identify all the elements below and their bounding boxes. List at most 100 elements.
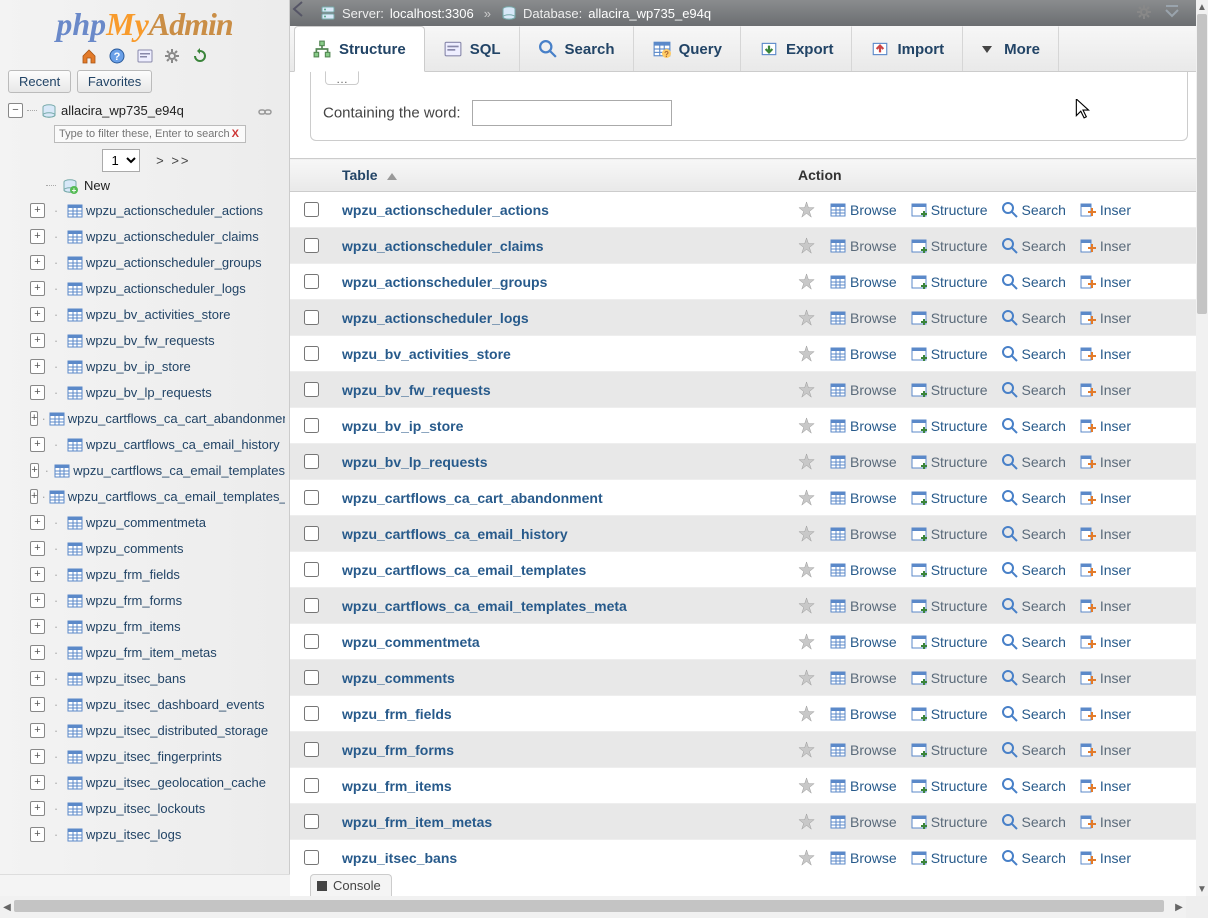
action-structure[interactable]: Structure (911, 274, 988, 290)
nav-table-link[interactable]: wpzu_actionscheduler_claims (86, 229, 259, 244)
nav-table-link[interactable]: wpzu_itsec_bans (86, 671, 186, 686)
nav-table-link[interactable]: wpzu_frm_items (86, 619, 181, 634)
nav-table-link[interactable]: wpzu_frm_item_metas (86, 645, 217, 660)
action-browse[interactable]: Browse (830, 670, 897, 686)
nav-table-link[interactable]: wpzu_commentmeta (86, 515, 206, 530)
expand-table-button[interactable]: + (30, 567, 45, 582)
nav-table-link[interactable]: wpzu_cartflows_ca_email_templates_meta (68, 489, 285, 504)
favorite-star-icon[interactable] (798, 669, 816, 687)
expand-table-button[interactable]: + (30, 385, 45, 400)
action-insert[interactable]: Inser (1080, 670, 1131, 686)
action-insert[interactable]: Inser (1080, 706, 1131, 722)
page-select[interactable]: 1 (102, 149, 140, 172)
nav-table-link[interactable]: wpzu_actionscheduler_logs (86, 281, 246, 296)
action-browse[interactable]: Browse (830, 238, 897, 254)
action-browse[interactable]: Browse (830, 526, 897, 542)
tab-more[interactable]: More (963, 26, 1059, 71)
action-search[interactable]: Search (1002, 634, 1066, 650)
favorite-star-icon[interactable] (798, 597, 816, 615)
panel-collapse-icon[interactable] (290, 0, 306, 18)
nav-table-link[interactable]: wpzu_actionscheduler_actions (86, 203, 263, 218)
new-table-link[interactable]: New (84, 178, 110, 193)
action-structure[interactable]: Structure (911, 310, 988, 326)
table-name-link[interactable]: wpzu_frm_fields (342, 706, 452, 722)
expand-table-button[interactable]: + (30, 775, 45, 790)
expand-table-button[interactable]: + (30, 827, 45, 842)
nav-table-link[interactable]: wpzu_itsec_dashboard_events (86, 697, 265, 712)
tab-sql[interactable]: SQL (425, 26, 520, 71)
expand-table-button[interactable]: + (30, 515, 45, 530)
action-insert[interactable]: Inser (1080, 238, 1131, 254)
nav-table-link[interactable]: wpzu_itsec_logs (86, 827, 181, 842)
nav-table-link[interactable]: wpzu_bv_activities_store (86, 307, 231, 322)
row-checkbox[interactable] (304, 526, 319, 541)
link-icon[interactable] (257, 104, 273, 120)
favorite-star-icon[interactable] (798, 633, 816, 651)
table-name-link[interactable]: wpzu_cartflows_ca_email_templates (342, 562, 586, 578)
table-name-link[interactable]: wpzu_bv_lp_requests (342, 454, 488, 470)
action-structure[interactable]: Structure (911, 526, 988, 542)
expand-table-button[interactable]: + (30, 593, 45, 608)
row-checkbox[interactable] (304, 814, 319, 829)
action-structure[interactable]: Structure (911, 382, 988, 398)
action-structure[interactable]: Structure (911, 706, 988, 722)
expand-table-button[interactable]: + (30, 801, 45, 816)
action-search[interactable]: Search (1002, 814, 1066, 830)
expand-table-button[interactable]: + (30, 359, 45, 374)
action-structure[interactable]: Structure (911, 814, 988, 830)
expand-table-button[interactable]: + (30, 229, 45, 244)
table-name-link[interactable]: wpzu_frm_items (342, 778, 452, 794)
action-structure[interactable]: Structure (911, 778, 988, 794)
action-insert[interactable]: Inser (1080, 310, 1131, 326)
favorite-star-icon[interactable] (798, 345, 816, 363)
favorite-star-icon[interactable] (798, 237, 816, 255)
expand-table-button[interactable]: + (30, 619, 45, 634)
action-insert[interactable]: Inser (1080, 526, 1131, 542)
expand-table-button[interactable]: + (30, 437, 45, 452)
action-insert[interactable]: Inser (1080, 598, 1131, 614)
expand-table-button[interactable]: + (30, 333, 45, 348)
action-search[interactable]: Search (1002, 238, 1066, 254)
row-checkbox[interactable] (304, 778, 319, 793)
favorite-star-icon[interactable] (798, 777, 816, 795)
action-browse[interactable]: Browse (830, 850, 897, 866)
action-insert[interactable]: Inser (1080, 418, 1131, 434)
row-checkbox[interactable] (304, 346, 319, 361)
row-checkbox[interactable] (304, 670, 319, 685)
page-settings-gear-icon[interactable] (1136, 4, 1152, 20)
expand-table-button[interactable]: + (30, 281, 45, 296)
action-browse[interactable]: Browse (830, 454, 897, 470)
help-icon[interactable] (109, 48, 125, 64)
tab-export[interactable]: Export (741, 26, 853, 71)
row-checkbox[interactable] (304, 490, 319, 505)
action-structure[interactable]: Structure (911, 418, 988, 434)
action-browse[interactable]: Browse (830, 490, 897, 506)
action-search[interactable]: Search (1002, 346, 1066, 362)
action-browse[interactable]: Browse (830, 778, 897, 794)
action-search[interactable]: Search (1002, 310, 1066, 326)
horizontal-scrollbar[interactable]: ◀ ▶ (0, 896, 1208, 918)
row-checkbox[interactable] (304, 382, 319, 397)
action-insert[interactable]: Inser (1080, 454, 1131, 470)
expand-table-button[interactable]: + (30, 203, 45, 218)
table-name-link[interactable]: wpzu_cartflows_ca_email_templates_meta (342, 598, 627, 614)
table-name-link[interactable]: wpzu_itsec_bans (342, 850, 457, 866)
favorite-star-icon[interactable] (798, 273, 816, 291)
home-icon[interactable] (81, 48, 97, 64)
row-checkbox[interactable] (304, 634, 319, 649)
expand-table-button[interactable]: + (30, 723, 45, 738)
action-insert[interactable]: Inser (1080, 346, 1131, 362)
expand-table-button[interactable]: + (30, 307, 45, 322)
action-browse[interactable]: Browse (830, 274, 897, 290)
action-search[interactable]: Search (1002, 778, 1066, 794)
table-name-link[interactable]: wpzu_cartflows_ca_email_history (342, 526, 568, 542)
favorite-star-icon[interactable] (798, 489, 816, 507)
action-structure[interactable]: Structure (911, 850, 988, 866)
favorite-star-icon[interactable] (798, 525, 816, 543)
tab-import[interactable]: Import (852, 26, 963, 71)
expand-table-button[interactable]: + (30, 645, 45, 660)
action-search[interactable]: Search (1002, 742, 1066, 758)
action-structure[interactable]: Structure (911, 598, 988, 614)
favorite-star-icon[interactable] (798, 741, 816, 759)
row-checkbox[interactable] (304, 850, 319, 865)
